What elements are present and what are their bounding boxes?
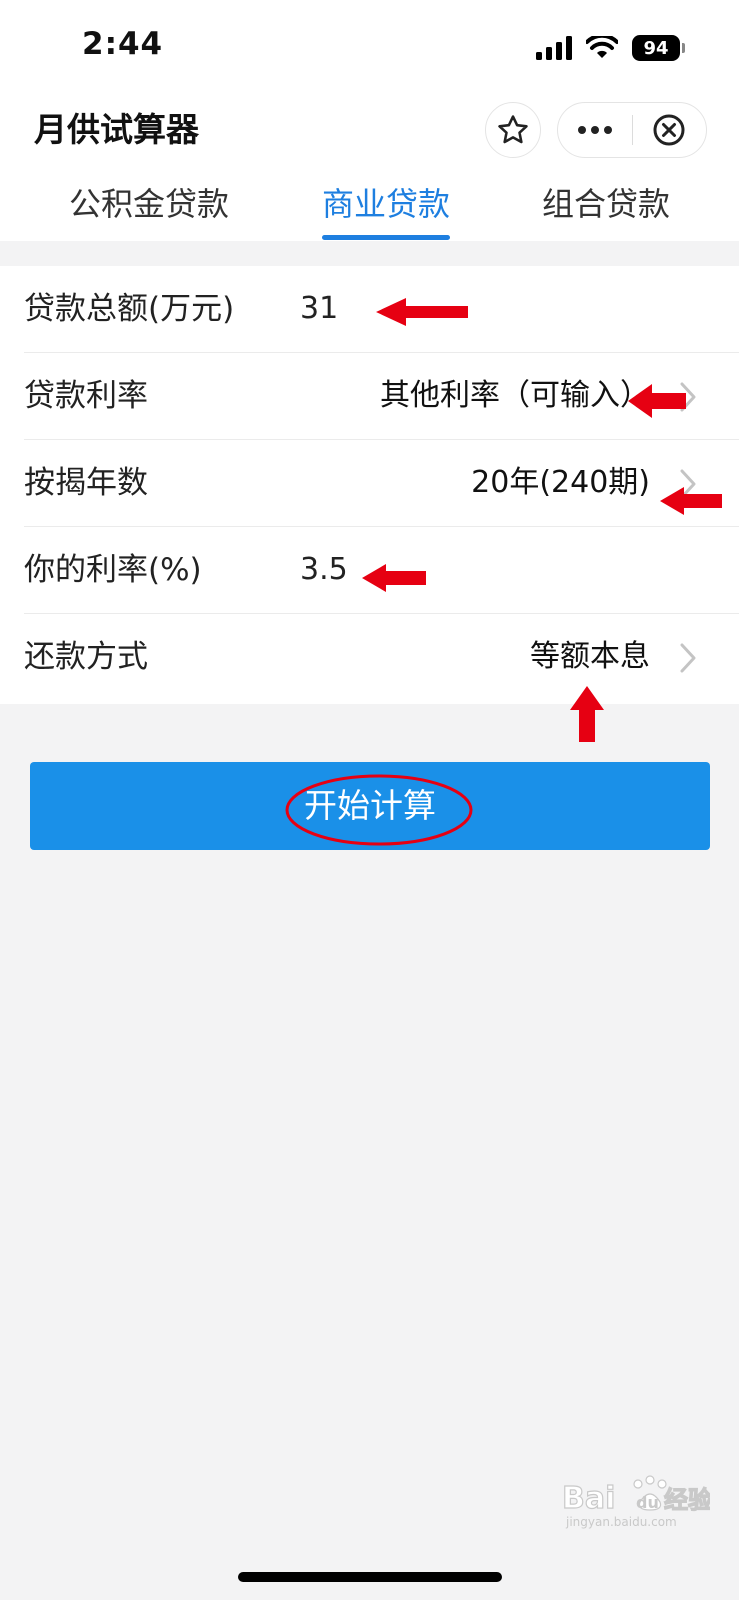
annotation-arrow-left-icon bbox=[660, 487, 722, 515]
annotation-ellipse bbox=[285, 774, 473, 846]
close-icon bbox=[653, 114, 685, 146]
annotation-arrow-left-icon bbox=[362, 564, 426, 592]
loan-form: 贷款总额(万元) 31 贷款利率 其他利率（可输入） 按揭年数 20年(240期… bbox=[0, 266, 739, 704]
your-rate-label: 你的利率(%) bbox=[24, 552, 202, 588]
home-indicator bbox=[238, 1572, 502, 1582]
star-icon bbox=[498, 115, 528, 144]
close-button[interactable] bbox=[633, 103, 707, 157]
more-icon bbox=[577, 126, 612, 134]
loan-years-label: 按揭年数 bbox=[24, 465, 148, 501]
svg-text:Bai: Bai bbox=[562, 1481, 615, 1516]
svg-text:经验: 经验 bbox=[664, 1486, 710, 1514]
status-icons: 94 bbox=[536, 34, 685, 62]
tab-commercial-loan[interactable]: 商业贷款 bbox=[322, 184, 450, 224]
loan-type-tabs: 公积金贷款 商业贷款 组合贷款 bbox=[0, 168, 739, 241]
svg-text:du: du bbox=[636, 1493, 659, 1512]
mini-program-capsule bbox=[557, 102, 707, 158]
title-bar: 月供试算器 bbox=[0, 92, 739, 168]
loan-rate-label: 贷款利率 bbox=[24, 378, 148, 414]
repay-method-label: 还款方式 bbox=[24, 639, 148, 675]
loan-amount-row: 贷款总额(万元) 31 bbox=[0, 266, 739, 353]
more-button[interactable] bbox=[558, 103, 632, 157]
loan-rate-select[interactable]: 其他利率（可输入） bbox=[380, 375, 650, 417]
battery-cap bbox=[682, 43, 685, 53]
page-title: 月供试算器 bbox=[34, 110, 199, 149]
battery-level: 94 bbox=[632, 35, 680, 61]
loan-amount-input[interactable]: 31 bbox=[300, 288, 338, 330]
tab-provident-fund-loan[interactable]: 公积金贷款 bbox=[69, 184, 229, 224]
chevron-right-icon bbox=[680, 643, 696, 673]
annotation-arrow-left-icon bbox=[376, 298, 468, 326]
annotation-arrow-up-icon bbox=[570, 686, 604, 742]
repay-method-row[interactable]: 还款方式 等额本息 bbox=[0, 614, 739, 701]
status-time: 2:44 bbox=[82, 26, 164, 62]
your-rate-input[interactable]: 3.5 bbox=[300, 549, 348, 591]
status-bar: 2:44 94 bbox=[0, 0, 739, 92]
tab-combined-loan[interactable]: 组合贷款 bbox=[542, 184, 670, 224]
repay-method-select[interactable]: 等额本息 bbox=[530, 636, 650, 678]
annotation-arrow-left-icon bbox=[628, 384, 686, 418]
baidu-watermark-logo: Bai du 经验 jingyan.baidu.com bbox=[561, 1475, 710, 1529]
active-tab-indicator bbox=[322, 235, 450, 240]
signal-icon bbox=[536, 36, 572, 60]
svg-text:jingyan.baidu.com: jingyan.baidu.com bbox=[565, 1515, 677, 1529]
loan-years-select[interactable]: 20年(240期) bbox=[471, 462, 650, 504]
battery-icon: 94 bbox=[632, 35, 685, 61]
loan-amount-label: 贷款总额(万元) bbox=[24, 291, 235, 327]
wifi-icon bbox=[586, 36, 618, 58]
loan-years-row[interactable]: 按揭年数 20年(240期) bbox=[0, 440, 739, 527]
favorite-button[interactable] bbox=[485, 102, 541, 158]
